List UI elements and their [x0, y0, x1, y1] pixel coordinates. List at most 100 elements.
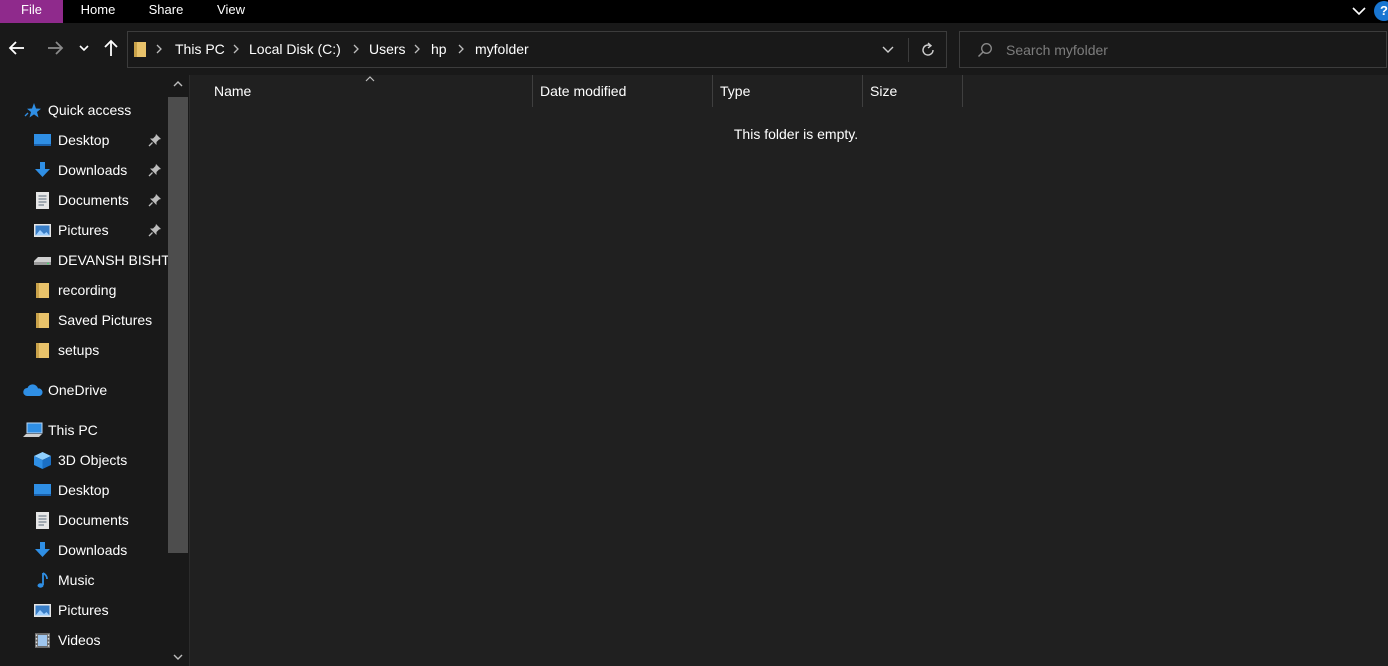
- sidebar-item-label: Desktop: [58, 482, 110, 498]
- sidebar-item-label: OneDrive: [48, 382, 108, 398]
- sidebar-item-label: DEVANSH BISHT: [58, 252, 170, 268]
- address-history-chevron-icon[interactable]: [880, 42, 896, 58]
- sidebar-item-videos[interactable]: Videos: [0, 625, 168, 655]
- sidebar-item-label: setups: [58, 342, 100, 358]
- film-icon: [35, 633, 50, 648]
- pictures-icon: [34, 224, 51, 237]
- sidebar-scrollbar-thumb[interactable]: [168, 97, 188, 553]
- download-arrow-icon: [35, 542, 50, 557]
- sidebar-item-label: Documents: [58, 192, 129, 208]
- cloud-icon: [23, 384, 43, 396]
- sidebar-item-label: Documents: [58, 512, 129, 528]
- navigation-bar: This PC Local Disk (C:) Users hp myfolde…: [0, 23, 1388, 75]
- recent-locations-chevron-icon[interactable]: [76, 37, 92, 59]
- sidebar-item-pc-desktop[interactable]: Desktop: [0, 475, 168, 505]
- tab-view[interactable]: View: [199, 0, 263, 23]
- pin-icon[interactable]: [148, 133, 162, 147]
- chevron-right-icon[interactable]: [412, 43, 422, 55]
- breadcrumb-myfolder[interactable]: myfolder: [475, 41, 529, 57]
- folder-icon: [36, 343, 49, 358]
- sidebar-item-pc-downloads[interactable]: Downloads: [0, 535, 168, 565]
- column-divider[interactable]: [862, 75, 863, 107]
- sidebar-item-onedrive[interactable]: OneDrive: [0, 375, 168, 405]
- music-note-icon: [37, 572, 48, 588]
- sidebar-item-label: Downloads: [58, 542, 128, 558]
- address-divider: [908, 38, 909, 62]
- scroll-up-arrow-icon[interactable]: [172, 79, 184, 89]
- folder-icon: [134, 42, 146, 57]
- sidebar-item-saved-pictures[interactable]: Saved Pictures: [0, 305, 168, 335]
- sidebar-item-music[interactable]: Music: [0, 565, 168, 595]
- refresh-icon[interactable]: [918, 40, 938, 60]
- sidebar-item-label: Music: [58, 572, 95, 588]
- sidebar-item-drive[interactable]: DEVANSH BISHT: [0, 245, 170, 275]
- sidebar-item-quick-access[interactable]: Quick access: [0, 95, 168, 125]
- sidebar-item-3d-objects[interactable]: 3D Objects: [0, 445, 168, 475]
- column-header-name[interactable]: Name: [214, 75, 532, 107]
- pin-icon[interactable]: [148, 223, 162, 237]
- star-icon: [24, 103, 41, 118]
- search-icon: [977, 43, 992, 58]
- up-arrow-icon[interactable]: [100, 37, 122, 59]
- sidebar-item-partial-drive[interactable]: [0, 655, 168, 666]
- sidebar-item-documents[interactable]: Documents: [0, 185, 168, 215]
- column-divider[interactable]: [532, 75, 533, 107]
- pin-icon[interactable]: [148, 163, 162, 177]
- pin-icon[interactable]: [148, 193, 162, 207]
- sidebar-item-label: 3D Objects: [58, 452, 128, 468]
- file-list-view[interactable]: Name Date modified Type Size This folder…: [190, 75, 1388, 666]
- sidebar-item-label: Saved Pictures: [58, 312, 153, 328]
- expand-ribbon-chevron-icon[interactable]: [1350, 2, 1368, 20]
- desktop-icon: [34, 134, 51, 146]
- search-box[interactable]: [959, 31, 1387, 68]
- document-icon: [36, 512, 49, 529]
- address-bar[interactable]: This PC Local Disk (C:) Users hp myfolde…: [127, 31, 947, 68]
- ribbon: File Home Share View ?: [0, 0, 1388, 23]
- pictures-icon: [34, 604, 51, 617]
- tab-home[interactable]: Home: [63, 0, 133, 23]
- sidebar-item-setups[interactable]: setups: [0, 335, 168, 365]
- drive-icon: [34, 662, 51, 666]
- desktop-icon: [34, 484, 51, 496]
- chevron-right-icon[interactable]: [154, 43, 164, 55]
- document-icon: [36, 192, 49, 209]
- chevron-right-icon[interactable]: [456, 43, 466, 55]
- chevron-right-icon[interactable]: [231, 43, 241, 55]
- sidebar-item-pc-documents[interactable]: Documents: [0, 505, 168, 535]
- column-header-date-modified[interactable]: Date modified: [540, 75, 712, 107]
- tab-file[interactable]: File: [0, 0, 63, 23]
- scroll-down-arrow-icon[interactable]: [172, 652, 184, 662]
- sidebar-item-this-pc[interactable]: This PC: [0, 415, 168, 445]
- column-header-type[interactable]: Type: [720, 75, 862, 107]
- breadcrumb-hp[interactable]: hp: [431, 41, 447, 57]
- breadcrumb-this-pc[interactable]: This PC: [175, 41, 225, 57]
- sidebar-item-label: Downloads: [58, 162, 128, 178]
- cube-icon: [34, 452, 51, 469]
- sidebar-item-label: Pictures: [58, 222, 109, 238]
- folder-icon: [36, 313, 49, 328]
- column-divider[interactable]: [712, 75, 713, 107]
- forward-arrow-icon[interactable]: [44, 37, 66, 59]
- search-input[interactable]: [1004, 38, 1374, 62]
- sidebar-item-label: recording: [58, 282, 117, 298]
- sidebar-item-label: Quick access: [48, 102, 132, 118]
- sidebar-item-desktop[interactable]: Desktop: [0, 125, 168, 155]
- download-arrow-icon: [35, 162, 50, 177]
- help-icon[interactable]: ?: [1374, 1, 1388, 21]
- column-divider[interactable]: [962, 75, 963, 107]
- sidebar-item-pictures[interactable]: Pictures: [0, 215, 168, 245]
- sidebar-item-pc-pictures[interactable]: Pictures: [0, 595, 168, 625]
- computer-icon: [23, 422, 43, 437]
- chevron-right-icon[interactable]: [351, 43, 361, 55]
- breadcrumb-local-disk[interactable]: Local Disk (C:): [249, 41, 341, 57]
- sidebar-item-label: Pictures: [58, 602, 109, 618]
- breadcrumb-users[interactable]: Users: [369, 41, 406, 57]
- sidebar-item-label: This PC: [48, 422, 98, 438]
- sidebar-item-label: Videos: [58, 632, 101, 648]
- sidebar-item-downloads[interactable]: Downloads: [0, 155, 168, 185]
- tab-share[interactable]: Share: [133, 0, 199, 23]
- empty-folder-message: This folder is empty.: [733, 126, 859, 142]
- sidebar-item-recording[interactable]: recording: [0, 275, 168, 305]
- back-arrow-icon[interactable]: [6, 37, 28, 59]
- column-header-size[interactable]: Size: [870, 75, 962, 107]
